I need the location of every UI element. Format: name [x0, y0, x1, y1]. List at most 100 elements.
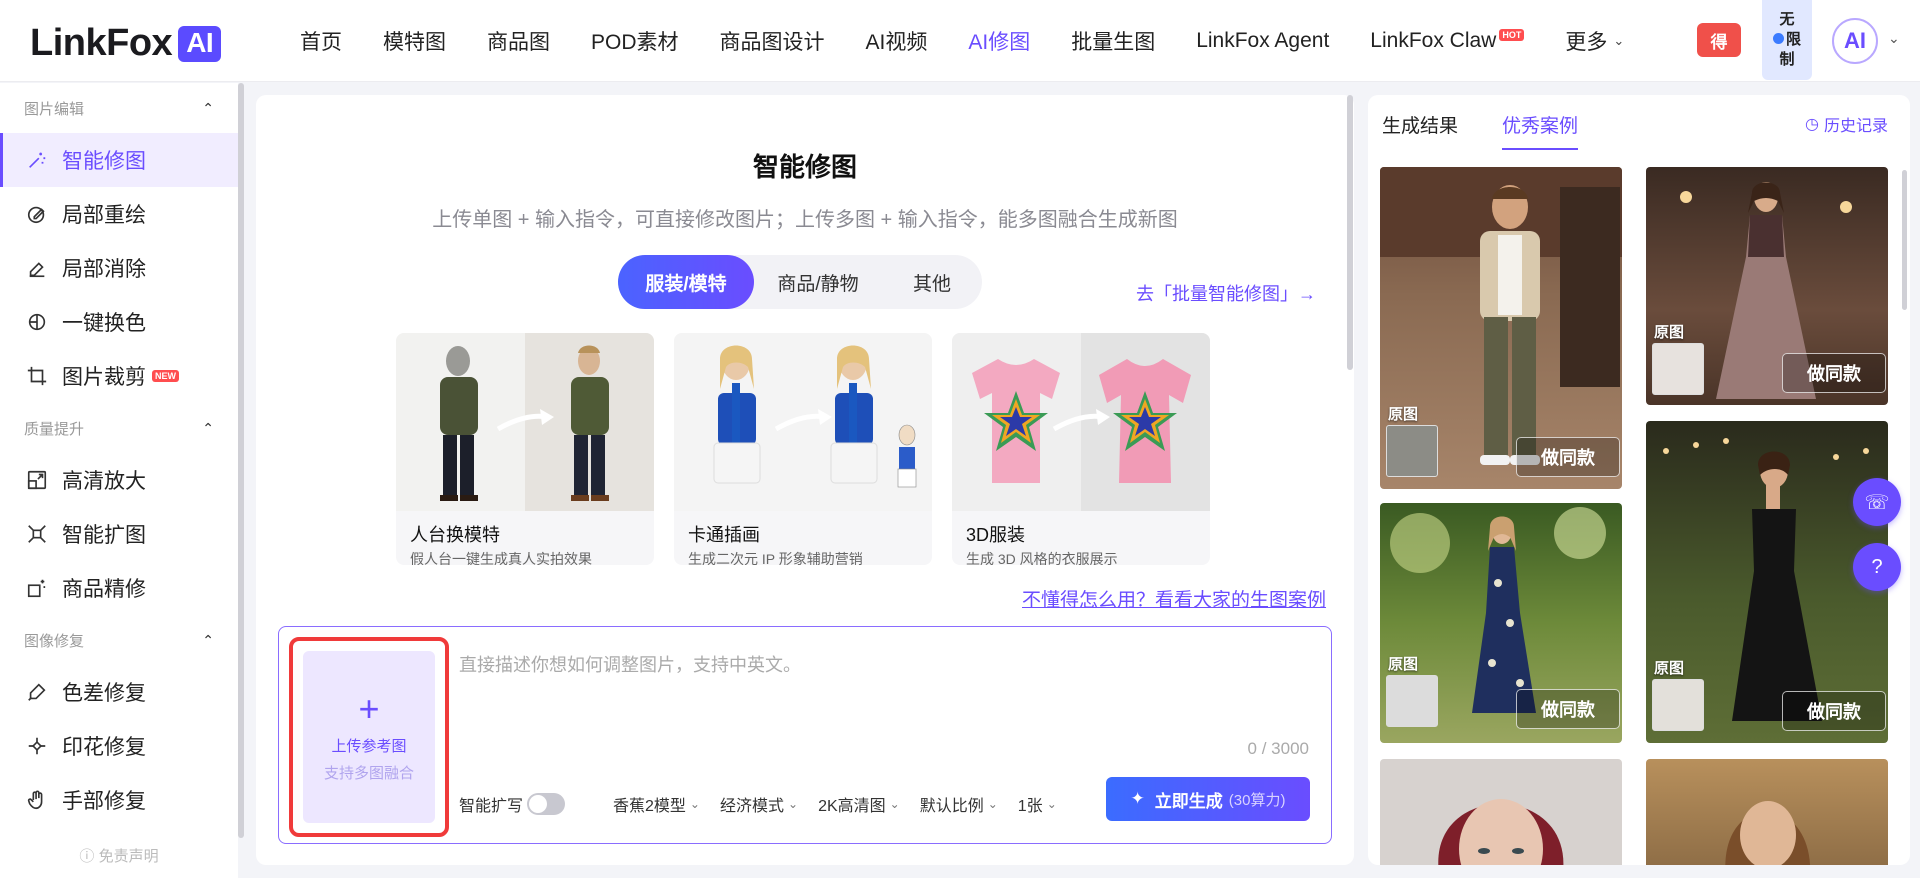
avatar[interactable]: AI [1832, 18, 1878, 64]
showcase-item[interactable]: 原图 做同款 [1646, 421, 1888, 743]
showcase-item[interactable]: 原图 做同款 [1380, 167, 1622, 489]
sidebar-item-inpaint[interactable]: 局部重绘 [0, 187, 238, 241]
nav-product-design[interactable]: 商品图设计 [720, 26, 825, 56]
make-same-button[interactable]: 做同款 [1782, 353, 1886, 393]
upload-highlight: + 上传参考图 支持多图融合 [289, 637, 449, 837]
tab-showcase[interactable]: 优秀案例 [1502, 111, 1579, 150]
tab-other[interactable]: 其他 [882, 255, 982, 309]
nav-product-image[interactable]: 商品图 [487, 26, 550, 56]
help-button[interactable]: ? [1853, 543, 1901, 591]
sidebar-item-crop[interactable]: 图片裁剪 NEW [0, 349, 238, 403]
prompt-composer: + 上传参考图 支持多图融合 直接描述你想如何调整图片，支持中英文。 0 / 3… [278, 626, 1332, 844]
help-examples-link[interactable]: 不懂得怎么用？看看大家的生图案例 [1022, 585, 1326, 612]
unlimited-badge[interactable]: 无 限 制 [1762, 0, 1812, 80]
main-scrollbar[interactable] [1347, 95, 1353, 370]
nav-ai-retouch[interactable]: AI修图 [968, 26, 1030, 56]
nav-batch[interactable]: 批量生图 [1071, 26, 1155, 56]
sidebar-item-expand[interactable]: 智能扩图 [0, 507, 238, 561]
example-card-cartoon[interactable]: 卡通插画 生成二次元 IP 形象辅助营销 [674, 333, 932, 565]
brand-logo[interactable]: LinkFox AI [30, 22, 222, 65]
tab-product-stilllife[interactable]: 商品/静物 [754, 255, 882, 309]
history-label: 历史记录 [1823, 118, 1888, 135]
nav-home[interactable]: 首页 [300, 26, 342, 56]
model-select[interactable]: 香蕉2模型 ⌄ [613, 792, 700, 816]
original-thumbnail [1386, 675, 1438, 727]
batch-retouch-link[interactable]: 去「批量智能修图」→ [1136, 280, 1316, 306]
showcase-item[interactable] [1380, 759, 1622, 865]
count-select-value: 1张 [1017, 798, 1043, 815]
tab-apparel-model[interactable]: 服装/模特 [618, 255, 754, 309]
ratio-select[interactable]: 默认比例 ⌄ [920, 792, 998, 816]
prompt-input[interactable]: 直接描述你想如何调整图片，支持中英文。 [459, 651, 801, 677]
generate-cost: (30算力) [1228, 791, 1286, 809]
tab-results[interactable]: 生成结果 [1382, 111, 1458, 148]
sidebar-item-label: 高清放大 [62, 470, 146, 493]
count-select[interactable]: 1张 ⌄ [1018, 792, 1057, 816]
nav-claw[interactable]: LinkFox Claw HOT [1370, 29, 1525, 53]
nav-more[interactable]: 更多 ⌄ [1565, 26, 1624, 56]
sidebar-item-print-fix[interactable]: 印花修复 [0, 719, 238, 773]
sidebar-item-label: 智能修图 [62, 150, 146, 173]
card-title: 卡通插画 [688, 525, 760, 545]
example-card-3d-apparel[interactable]: 3D服装 生成 3D 风格的衣服展示 [952, 333, 1210, 565]
card-title: 人台换模特 [410, 525, 500, 545]
hot-badge: HOT [1499, 29, 1525, 41]
arrow-right-icon [496, 409, 554, 432]
card-image [396, 333, 654, 511]
smart-expand-toggle[interactable] [527, 793, 566, 815]
headset-support-button[interactable]: ☏ [1853, 478, 1901, 526]
resolution-select[interactable]: 2K高清图 ⌄ [818, 792, 900, 816]
char-counter: 0 / 3000 [1247, 739, 1309, 758]
brand-ai-badge: AI [178, 25, 222, 62]
unlimited-char-2: 限 [1785, 30, 1801, 48]
crop-icon [24, 363, 50, 389]
timer-icon [1772, 32, 1784, 44]
card-image [952, 333, 1210, 511]
generate-button[interactable]: ✦ 立即生成 (30算力) [1106, 777, 1310, 821]
disclaimer-link[interactable]: ⓘ 免责声明 [0, 845, 238, 866]
sidebar-item-recolor[interactable]: 一键换色 [0, 295, 238, 349]
mode-select[interactable]: 经济模式 ⌄ [720, 792, 798, 816]
top-nav-bar: LinkFox AI 首页 模特图 商品图 POD素材 商品图设计 AI视频 A… [0, 0, 1920, 82]
sidebar-group-edit[interactable]: 图片编辑 ⌃ [0, 83, 238, 133]
nav-model-image[interactable]: 模特图 [383, 26, 446, 56]
make-same-button[interactable]: 做同款 [1516, 689, 1620, 729]
page-title: 智能修图 [752, 152, 857, 182]
nav-pod[interactable]: POD素材 [591, 26, 679, 56]
showcase-item[interactable] [1646, 759, 1888, 865]
history-link[interactable]: ◷ 历史记录 [1805, 112, 1888, 136]
nav-ai-video[interactable]: AI视频 [866, 26, 928, 56]
card-title: 3D服装 [966, 525, 1026, 545]
make-same-button[interactable]: 做同款 [1516, 437, 1620, 477]
nav-agent[interactable]: LinkFox Agent [1196, 29, 1329, 53]
showcase-item[interactable]: 原图 做同款 [1646, 167, 1888, 405]
sidebar-item-label: 手部修复 [62, 790, 146, 813]
magic-wand-icon: ✦ [1130, 789, 1145, 808]
upload-hint: 支持多图融合 [323, 765, 414, 782]
showcase-item[interactable]: 原图 做同款 [1380, 503, 1622, 743]
make-same-button[interactable]: 做同款 [1782, 691, 1886, 731]
sidebar-group-repair[interactable]: 图像修复 ⌃ [0, 615, 238, 665]
sidebar-item-erase[interactable]: 局部消除 [0, 241, 238, 295]
expand-icon [24, 521, 50, 547]
sidebar-item-label: 图片裁剪 [62, 366, 146, 389]
sidebar-item-upscale[interactable]: 高清放大 [0, 453, 238, 507]
sidebar-item-hand-fix[interactable]: 手部修复 [0, 773, 238, 827]
unlimited-row-2: 限 [1772, 30, 1801, 50]
sidebar-scrollbar[interactable] [238, 83, 244, 838]
results-panel: 生成结果 优秀案例 ◷ 历史记录 原图 做同款 原图 做同款 原图 做同款 原图… [1368, 95, 1910, 865]
generation-options: 智能扩写 香蕉2模型 ⌄ 经济模式 ⌄ 2K高清图 ⌄ 默认比例 ⌄ 1张 ⌄ [459, 787, 1077, 821]
example-card-mannequin[interactable]: 人台换模特 假人台一键生成真人实拍效果 [396, 333, 654, 565]
card-image [674, 333, 932, 511]
sidebar-item-color-fix[interactable]: 色差修复 [0, 665, 238, 719]
avatar-chevron-icon[interactable]: ⌄ [1888, 30, 1900, 47]
reward-button[interactable]: 得 [1697, 23, 1741, 57]
showcase-image [1725, 801, 1811, 865]
original-label: 原图 [1654, 660, 1685, 677]
results-scrollbar[interactable] [1902, 170, 1907, 310]
sidebar-item-smart-retouch[interactable]: 智能修图 [0, 133, 238, 187]
headset-icon: ☏ [1864, 491, 1890, 514]
sidebar-group-quality[interactable]: 质量提升 ⌃ [0, 403, 238, 453]
upload-reference-button[interactable]: + 上传参考图 支持多图融合 [303, 651, 435, 823]
sidebar-item-product-refine[interactable]: 商品精修 [0, 561, 238, 615]
